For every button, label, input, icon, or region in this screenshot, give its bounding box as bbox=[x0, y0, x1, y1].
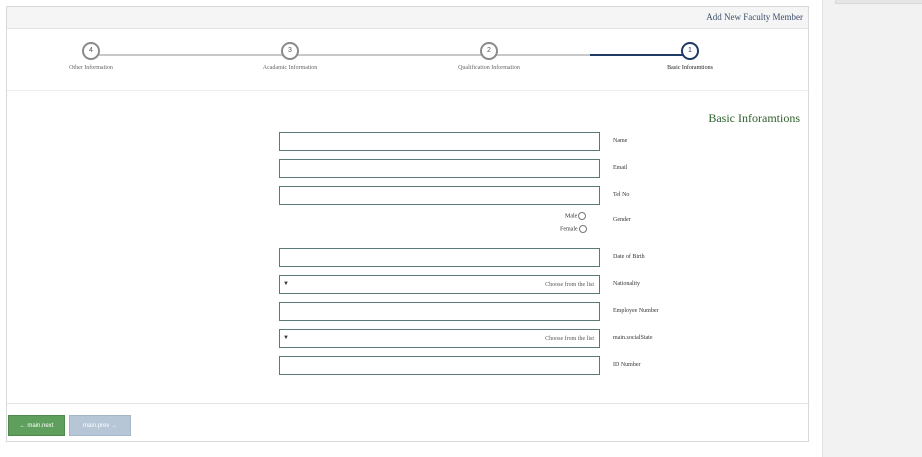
step-other-information[interactable]: 4 Other Information bbox=[21, 42, 161, 71]
step-academic-information[interactable]: 3 Acadamic Information bbox=[220, 42, 360, 71]
tel-label: Tel No bbox=[613, 192, 630, 198]
footer-divider bbox=[7, 403, 810, 404]
email-label: Email bbox=[613, 165, 628, 171]
step-number-1: 1 bbox=[681, 42, 699, 60]
side-panel-tab[interactable] bbox=[835, 0, 922, 4]
social-state-select[interactable]: ▼ Choose from the list bbox=[279, 329, 600, 348]
female-radio[interactable] bbox=[578, 225, 587, 233]
step-qualification-information[interactable]: 2 Qualification Information bbox=[419, 42, 559, 71]
card-header: Add New Faculty Member bbox=[7, 7, 808, 29]
employee-number-label: Employee Number bbox=[613, 308, 659, 314]
male-label: Male bbox=[565, 213, 578, 220]
faculty-form-card: Add New Faculty Member 4 Other Informati… bbox=[6, 6, 810, 442]
prev-button[interactable]: main.prev → bbox=[69, 415, 131, 436]
right-side-panel bbox=[822, 0, 922, 457]
nationality-select[interactable]: ▼ Choose from the list bbox=[279, 275, 600, 294]
social-state-selected: Choose from the list bbox=[545, 336, 594, 342]
step-number-4: 4 bbox=[82, 42, 100, 60]
female-label: Female bbox=[560, 226, 578, 233]
employee-number-input[interactable] bbox=[279, 302, 600, 321]
section-title: Basic Inforamtions bbox=[708, 111, 800, 125]
nationality-selected: Choose from the list bbox=[545, 282, 594, 288]
step-number-3: 3 bbox=[281, 42, 299, 60]
arrow-left-icon: ← bbox=[19, 423, 26, 429]
date-of-birth-input[interactable] bbox=[279, 248, 600, 267]
next-button-label: main.next bbox=[27, 423, 54, 429]
social-state-label: main.socialState bbox=[613, 335, 653, 341]
step-basic-informations[interactable]: 1 Basic Inforamtions bbox=[620, 42, 760, 71]
step-label: Qualification Information bbox=[458, 65, 520, 71]
dropdown-arrow-icon: ▼ bbox=[283, 281, 289, 287]
next-button[interactable]: ← main.next bbox=[8, 415, 65, 436]
gender-male-option[interactable]: Male bbox=[565, 212, 587, 220]
dropdown-arrow-icon: ▼ bbox=[283, 335, 289, 341]
page-title: Add New Faculty Member bbox=[706, 12, 803, 22]
gender-female-option[interactable]: Female bbox=[560, 225, 587, 233]
step-number-2: 2 bbox=[480, 42, 498, 60]
email-input[interactable] bbox=[279, 159, 600, 178]
date-of-birth-label: Date of Birth bbox=[613, 254, 645, 260]
prev-button-label: main.prev bbox=[82, 423, 110, 429]
step-label: Other Information bbox=[69, 65, 113, 71]
step-label: Basic Inforamtions bbox=[667, 65, 713, 71]
name-label: Name bbox=[613, 138, 628, 144]
id-number-label: ID Number bbox=[613, 362, 641, 368]
step-label: Acadamic Information bbox=[262, 65, 318, 71]
wizard-stepper: 4 Other Information 3 Acadamic Informati… bbox=[7, 29, 810, 91]
nationality-label: Nationality bbox=[613, 281, 640, 287]
tel-input[interactable] bbox=[279, 186, 600, 205]
gender-label: Gender bbox=[613, 217, 631, 223]
name-input[interactable] bbox=[279, 132, 600, 151]
id-number-input[interactable] bbox=[279, 356, 600, 375]
arrow-right-icon: → bbox=[111, 423, 117, 429]
male-radio[interactable] bbox=[578, 212, 587, 220]
